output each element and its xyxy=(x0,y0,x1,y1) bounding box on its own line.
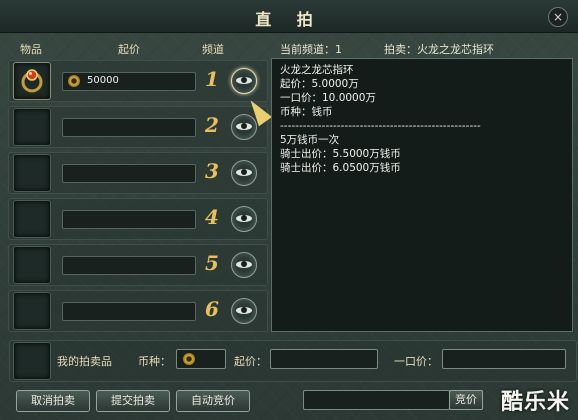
header-item: 物品 xyxy=(20,43,42,56)
eye-pupil xyxy=(241,261,247,267)
cancel-auction-button[interactable]: 取消拍卖 xyxy=(16,390,90,412)
item-slot[interactable] xyxy=(13,154,51,192)
info-bid-2: 骑士出价：6.0500万钱币 xyxy=(280,162,401,174)
channel-number: 1 xyxy=(205,67,219,91)
auction-item-label: 拍卖：火龙之龙芯指环 xyxy=(384,43,494,56)
bid-amount-input[interactable] xyxy=(303,390,450,410)
view-channel-button[interactable] xyxy=(231,252,257,278)
auto-bid-button[interactable]: 自动竞价 xyxy=(176,390,250,412)
channel-number: 6 xyxy=(205,297,219,321)
info-buyout-price: 一口价：10.0000万 xyxy=(280,92,376,104)
view-channel-button[interactable] xyxy=(231,298,257,324)
site-watermark: 酷乐米 xyxy=(500,390,570,415)
start-price-field[interactable] xyxy=(62,302,196,321)
auction-slot-3[interactable]: 3 xyxy=(8,152,268,194)
buyout-label: 一口价： xyxy=(394,355,438,368)
currency-select[interactable] xyxy=(176,349,226,369)
info-currency: 币种：钱币 xyxy=(280,106,333,118)
auction-info-panel: 火龙之龙芯指环 起价：5.0000万 一口价：10.0000万 币种：钱币 --… xyxy=(271,58,573,332)
my-item-label: 我的拍卖品 xyxy=(57,355,112,368)
eye-pupil xyxy=(241,123,247,129)
channel-number: 5 xyxy=(205,251,219,275)
item-slot[interactable] xyxy=(13,292,51,330)
item-slot[interactable] xyxy=(13,200,51,238)
item-slot[interactable] xyxy=(13,108,51,146)
start-price-field[interactable] xyxy=(62,118,196,137)
info-divider: ----------------------------------------… xyxy=(280,120,481,132)
info-start-price: 起价：5.0000万 xyxy=(280,78,359,90)
my-item-slot[interactable] xyxy=(13,342,51,380)
current-channel-label: 当前频道：1 xyxy=(280,43,342,56)
item-slot[interactable] xyxy=(13,62,51,100)
start-price-label: 起价： xyxy=(234,355,267,368)
info-bid-1: 骑士出价：5.5000万钱币 xyxy=(280,148,401,160)
auction-slot-2[interactable]: 2 xyxy=(8,106,268,148)
currency-label: 币种： xyxy=(138,355,171,368)
auction-slot-6[interactable]: 6 xyxy=(8,290,268,332)
start-price-field[interactable]: 50000 xyxy=(62,72,196,91)
eye-pupil xyxy=(241,215,247,221)
buyout-input[interactable] xyxy=(442,349,566,369)
header-price: 起价 xyxy=(118,43,140,56)
auction-slot-5[interactable]: 5 xyxy=(8,244,268,286)
view-channel-button[interactable] xyxy=(231,160,257,186)
bid-button[interactable]: 竞价 xyxy=(449,390,483,410)
eye-pupil xyxy=(241,169,247,175)
start-price-input[interactable] xyxy=(270,349,378,369)
info-item-name: 火龙之龙芯指环 xyxy=(280,64,354,76)
item-slot[interactable] xyxy=(13,246,51,284)
channel-number: 3 xyxy=(205,159,219,183)
view-channel-button[interactable] xyxy=(231,206,257,232)
view-channel-button[interactable] xyxy=(231,68,257,94)
eye-pupil xyxy=(241,77,247,83)
my-auction-panel: 我的拍卖品 币种： 起价： 一口价： xyxy=(9,340,577,382)
channel-number: 2 xyxy=(205,113,219,137)
title-bar: 直 拍 × xyxy=(0,0,578,33)
channel-number: 4 xyxy=(205,205,219,229)
close-button[interactable]: × xyxy=(548,7,568,27)
ring-icon xyxy=(21,69,43,93)
window-title: 直 拍 xyxy=(255,10,323,29)
auction-slot-1[interactable]: 50000 1 xyxy=(8,60,268,102)
auction-slot-4[interactable]: 4 xyxy=(8,198,268,240)
start-price-field[interactable] xyxy=(62,256,196,275)
start-price-field[interactable] xyxy=(62,164,196,183)
start-price-field[interactable] xyxy=(62,210,196,229)
start-price-value: 50000 xyxy=(87,75,119,86)
submit-auction-button[interactable]: 提交拍卖 xyxy=(96,390,170,412)
info-bid-step: 5万钱币一次 xyxy=(280,134,340,146)
eye-pupil xyxy=(241,307,247,313)
close-icon: × xyxy=(552,10,564,24)
header-channel: 频道 xyxy=(202,43,224,56)
coin-icon xyxy=(183,353,195,365)
coin-icon xyxy=(68,75,80,87)
